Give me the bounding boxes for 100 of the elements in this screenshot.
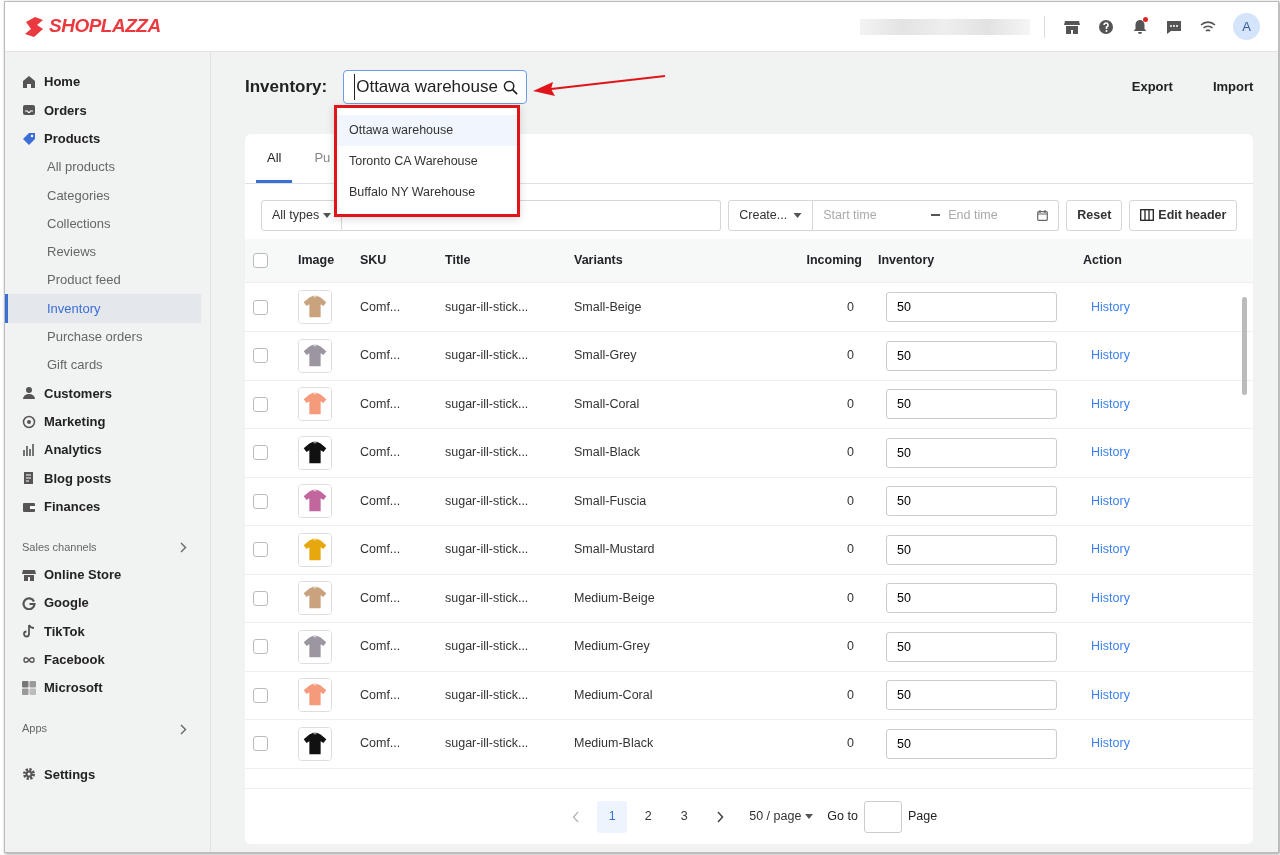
checkbox[interactable]	[253, 396, 268, 412]
help-icon[interactable]	[1098, 18, 1114, 35]
checkbox[interactable]	[253, 348, 268, 364]
store-icon[interactable]	[1064, 18, 1080, 35]
dropdown-option[interactable]: Ottawa warehouse	[337, 115, 517, 146]
sidebar-subitem[interactable]: Reviews	[5, 237, 201, 267]
person-icon	[22, 386, 36, 401]
sidebar-subitem[interactable]: All products	[5, 152, 201, 182]
sidebar-item[interactable]: Customers	[5, 379, 201, 408]
history-link[interactable]: History	[1091, 445, 1130, 460]
sidebar-item[interactable]: Google	[5, 589, 201, 618]
title-cell: sugar-ill-stick...	[445, 493, 529, 508]
section-heading: Sales channels	[22, 539, 97, 555]
section-heading: Apps	[22, 721, 48, 736]
sku-cell: Comf...	[360, 542, 401, 557]
incoming-cell: 0	[847, 396, 854, 411]
user-avatar[interactable]: A	[1233, 13, 1260, 40]
title-cell: sugar-ill-stick...	[445, 542, 529, 557]
target-icon	[22, 414, 36, 429]
title-cell: sugar-ill-stick...	[445, 736, 529, 751]
title-cell: sugar-ill-stick...	[445, 348, 529, 363]
store-icon	[22, 567, 36, 582]
inventory-field[interactable]: 50	[886, 340, 1057, 371]
checkbox[interactable]	[253, 493, 268, 509]
sidebar-item[interactable]: Analytics	[5, 435, 201, 465]
checkbox[interactable]	[253, 299, 268, 315]
variant-cell: Medium-Beige	[574, 590, 655, 605]
inventory-field[interactable]: 50	[886, 292, 1057, 322]
inventory-field[interactable]: 50	[886, 728, 1057, 759]
checkbox[interactable]	[253, 590, 268, 606]
bar-chart-icon	[22, 443, 36, 457]
sidebar-item[interactable]: Home	[5, 68, 201, 97]
title-cell: sugar-ill-stick...	[445, 687, 529, 702]
dropdown-option[interactable]: Buffalo NY Warehouse	[337, 177, 517, 208]
sidebar-item[interactable]: Orders	[5, 96, 201, 125]
type-select[interactable]: All types	[261, 199, 343, 231]
header-action-button[interactable]: Export	[1091, 77, 1173, 97]
checkbox[interactable]	[253, 736, 268, 752]
scrollbar[interactable]	[1242, 297, 1248, 395]
page-label: Page	[907, 808, 938, 826]
inventory-field[interactable]: 50	[886, 680, 1057, 711]
history-link[interactable]: History	[1091, 590, 1130, 605]
page-size-select[interactable]: 50 / page	[741, 800, 822, 833]
sidebar-item[interactable]: Marketing	[5, 407, 201, 436]
sidebar-subitem[interactable]: Inventory	[5, 294, 201, 323]
page-button[interactable]: 3	[669, 800, 700, 833]
header-action-button[interactable]: Import	[1172, 77, 1254, 97]
inventory-field[interactable]: 50	[886, 389, 1057, 420]
location-search-field[interactable]: Ottawa warehouse	[343, 70, 528, 104]
sku-cell: Comf...	[360, 493, 401, 508]
history-link[interactable]: History	[1091, 348, 1130, 363]
checkbox[interactable]	[253, 252, 268, 268]
sidebar-item[interactable]: Facebook	[5, 645, 201, 674]
history-link[interactable]: History	[1091, 299, 1130, 314]
inventory-field[interactable]: 50	[886, 631, 1057, 662]
sidebar-item[interactable]: Blog posts	[5, 464, 201, 493]
page-button[interactable]: 2	[633, 800, 664, 833]
page-number-field[interactable]	[863, 800, 902, 833]
gear-icon	[22, 767, 36, 782]
sidebar-item[interactable]: Settings	[5, 760, 201, 789]
caret-icon	[805, 814, 814, 819]
inventory-field[interactable]: 50	[886, 534, 1057, 565]
inventory-field[interactable]: 50	[886, 583, 1057, 614]
edit-header-button[interactable]: Edit header	[1129, 199, 1238, 231]
sidebar-subitem[interactable]: Categories	[5, 181, 201, 210]
calendar-icon	[1037, 209, 1049, 221]
sidebar-item[interactable]: TikTok	[5, 617, 201, 646]
date-field-select[interactable]: Create...	[728, 199, 814, 231]
sidebar-item[interactable]: Microsoft	[5, 673, 201, 703]
sidebar-subitem[interactable]: Purchase orders	[5, 322, 201, 351]
sidebar-item[interactable]: Finances	[5, 492, 201, 521]
sidebar-subitem[interactable]: Collections	[5, 209, 201, 238]
history-link[interactable]: History	[1091, 396, 1130, 411]
reset-button[interactable]: Reset	[1066, 199, 1123, 231]
chevron-right-icon[interactable]	[180, 542, 187, 554]
checkbox[interactable]	[253, 445, 268, 461]
sidebar-subitem[interactable]: Product feed	[5, 266, 201, 295]
bell-icon[interactable]	[1132, 18, 1148, 35]
history-link[interactable]: History	[1091, 687, 1130, 702]
page-button[interactable]: 1	[597, 800, 628, 833]
history-link[interactable]: History	[1091, 542, 1130, 557]
inventory-field[interactable]: 50	[886, 486, 1057, 517]
checkbox[interactable]	[253, 687, 268, 703]
history-link[interactable]: History	[1091, 736, 1130, 751]
sidebar-subitem[interactable]: Gift cards	[5, 350, 201, 380]
inventory-field[interactable]: 50	[886, 437, 1057, 468]
checkbox[interactable]	[253, 639, 268, 655]
title-cell: sugar-ill-stick...	[445, 445, 529, 460]
sidebar-item[interactable]: Products	[5, 124, 201, 153]
history-link[interactable]: History	[1091, 493, 1130, 508]
tab[interactable]: All	[256, 134, 293, 183]
wifi-icon[interactable]	[1200, 19, 1216, 34]
chat-icon[interactable]	[1166, 18, 1182, 35]
dropdown-option[interactable]: Toronto CA Warehouse	[337, 146, 517, 177]
history-link[interactable]: History	[1091, 639, 1130, 654]
title-cell: sugar-ill-stick...	[445, 396, 529, 411]
chevron-right-icon[interactable]	[180, 723, 187, 735]
sidebar-item[interactable]: Online Store	[5, 560, 201, 590]
checkbox[interactable]	[253, 542, 268, 558]
column-header: SKU	[360, 252, 387, 267]
